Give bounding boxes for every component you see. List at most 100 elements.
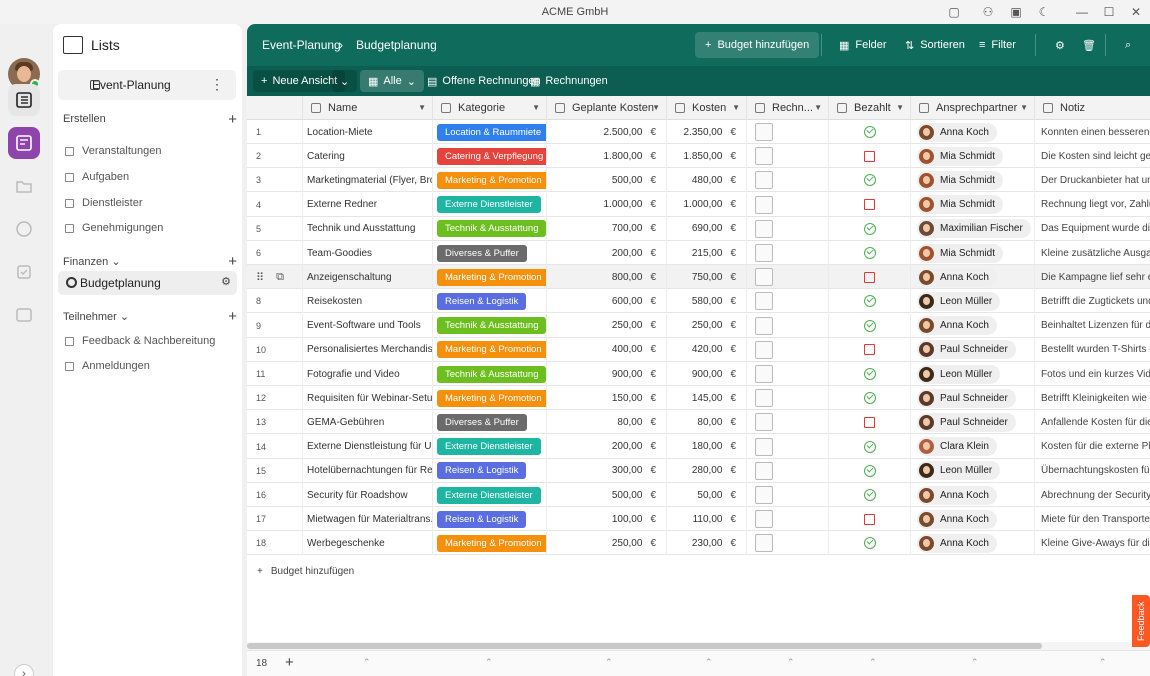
invoice-thumbnail[interactable] [755, 461, 773, 480]
add-budget-row-button[interactable]: + Budget hinzufügen [247, 560, 1150, 582]
check-circle-icon[interactable] [863, 368, 876, 380]
cell-costs[interactable]: 580,00 € [667, 289, 747, 314]
cell-contact[interactable]: Maximilian Fischer [911, 216, 1035, 241]
cell-contact[interactable]: Anna Koch [911, 531, 1035, 556]
cell-planned-costs[interactable]: 1.000,00 € [547, 192, 667, 217]
cell-invoice[interactable] [747, 434, 829, 459]
column-header-contact[interactable]: Ansprechpartner ▼ [911, 96, 1035, 120]
cell-contact[interactable]: Anna Koch [911, 120, 1035, 144]
cell-name[interactable]: Reisekosten [303, 289, 433, 314]
cell-invoice[interactable] [747, 507, 829, 532]
chevron-up-icon[interactable]: ⌃ [787, 657, 795, 668]
cell-contact[interactable]: Paul Schneider [911, 386, 1035, 411]
cell-category[interactable]: Marketing & Promotion [433, 265, 547, 290]
cell-paid[interactable] [829, 458, 911, 483]
cell-planned-costs[interactable]: 400,00 € [547, 337, 667, 362]
contact-chip[interactable]: Clara Klein [917, 437, 997, 457]
add-user-icon[interactable]: ⚇ [980, 4, 996, 20]
invoice-thumbnail[interactable] [755, 316, 773, 335]
check-circle-icon[interactable] [863, 174, 876, 187]
scrollbar-thumb[interactable] [247, 643, 1042, 649]
board-nav-icon[interactable] [8, 127, 40, 159]
column-header-paid[interactable]: Bezahlt ▼ [829, 96, 911, 120]
table-row[interactable]: 14 Externe Dienstleistung für U... Externe… [247, 434, 1150, 459]
cell-planned-costs[interactable]: 200,00 € [547, 241, 667, 265]
cell-contact[interactable]: Anna Koch [911, 507, 1035, 532]
cell-name[interactable]: Fotografie und Video [303, 362, 433, 386]
cell-category[interactable]: Externe Dienstleister [433, 434, 547, 459]
sidebar-item-tasks[interactable]: Aufgaben [65, 171, 129, 183]
cell-category[interactable]: Externe Dienstleister [433, 483, 547, 507]
cell-category[interactable]: Marketing & Promotion [433, 531, 547, 556]
cell-costs[interactable]: 180,00 € [667, 434, 747, 459]
cell-category[interactable]: Technik & Ausstattung [433, 362, 547, 386]
cell-planned-costs[interactable]: 300,00 € [547, 458, 667, 483]
cell-note[interactable]: Beinhaltet Lizenzen für das U [1035, 314, 1150, 338]
cell-costs[interactable]: 215,00 € [667, 241, 747, 265]
cell-contact[interactable]: Mia Schmidt [911, 168, 1035, 193]
column-header-costs[interactable]: Kosten ▼ [667, 96, 747, 120]
cell-contact[interactable]: Leon Müller [911, 362, 1035, 386]
contact-chip[interactable]: Maximilian Fischer [917, 219, 1031, 239]
table-row[interactable]: ⠿ ⧉ Anzeigenschaltung Marketing & Promotion… [247, 265, 1150, 290]
cell-paid[interactable] [829, 337, 911, 362]
contacts-icon[interactable]: ▣ [1008, 4, 1024, 20]
chevron-up-icon[interactable]: ⌃ [1099, 657, 1107, 668]
cell-contact[interactable]: Anna Koch [911, 313, 1035, 338]
horizontal-scrollbar[interactable] [247, 642, 1150, 650]
sidebar-item-approvals[interactable]: Genehmigungen [65, 222, 163, 234]
chevron-down-icon[interactable]: ▼ [1020, 103, 1028, 112]
cell-planned-costs[interactable]: 900,00 € [547, 362, 667, 386]
settings-icon[interactable]: ⚙ [1045, 32, 1075, 58]
table-row[interactable]: 11 Fotografie und Video Technik & Ausstatt… [247, 362, 1150, 386]
table-row[interactable]: 15 Hotelübernachtungen für Re... Reisen & … [247, 458, 1150, 483]
dark-mode-icon[interactable]: ☾ [1036, 4, 1052, 20]
contact-chip[interactable]: Mia Schmidt [917, 243, 1004, 263]
cell-invoice[interactable] [747, 386, 829, 411]
cell-paid[interactable] [829, 313, 911, 338]
cell-invoice[interactable] [747, 337, 829, 362]
cell-costs[interactable]: 230,00 € [667, 531, 747, 556]
cell-costs[interactable]: 1.000,00 € [667, 192, 747, 217]
sidebar-toggle-icon[interactable]: ▢ [946, 4, 962, 20]
column-header-category[interactable]: Kategorie ▼ [433, 96, 547, 120]
cell-note[interactable]: Rechnung liegt vor, Zahlung [1035, 193, 1150, 217]
cell-planned-costs[interactable]: 700,00 € [547, 216, 667, 241]
filter-button[interactable]: ≡ Filter [969, 32, 1026, 58]
chevron-down-icon[interactable]: ▼ [732, 103, 740, 112]
cell-note[interactable]: Kosten für die externe Plattfo [1035, 435, 1150, 459]
cell-planned-costs[interactable]: 250,00 € [547, 531, 667, 556]
unchecked-box-icon[interactable] [864, 513, 875, 525]
table-row[interactable]: 6 Team-Goodies Diverses & Puffer 200,00 €215… [247, 241, 1150, 265]
sidebar-item-vendors[interactable]: Dienstleister [65, 197, 143, 209]
chevron-up-icon[interactable]: ⌃ [705, 657, 713, 668]
cell-paid[interactable] [829, 192, 911, 217]
chevron-down-icon[interactable]: ▼ [532, 103, 540, 112]
cell-paid[interactable] [829, 241, 911, 265]
cell-invoice[interactable] [747, 241, 829, 265]
cell-category[interactable]: Diverses & Puffer [433, 241, 547, 265]
unchecked-box-icon[interactable] [864, 344, 875, 356]
cell-invoice[interactable] [747, 362, 829, 386]
sort-button[interactable]: ⇅ Sortieren [895, 32, 975, 58]
unchecked-box-icon[interactable] [864, 199, 875, 211]
cell-note[interactable]: Kleine Give-Aways für die Ro [1035, 531, 1150, 555]
cell-costs[interactable]: 145,00 € [667, 386, 747, 411]
contact-chip[interactable]: Paul Schneider [917, 340, 1016, 360]
check-circle-icon[interactable] [863, 247, 876, 259]
cell-name[interactable]: Externe Dienstleistung für U... [303, 434, 433, 459]
cell-contact[interactable]: Leon Müller [911, 289, 1035, 314]
gear-icon[interactable]: ⚙ [221, 275, 231, 288]
chevron-down-icon[interactable]: ▼ [418, 103, 426, 112]
table-row[interactable]: 8 Reisekosten Reisen & Logistik 600,00 €580,… [247, 289, 1150, 314]
cell-name[interactable]: Location-Miete [303, 120, 433, 144]
invoice-thumbnail[interactable] [755, 437, 773, 456]
cell-category[interactable]: Marketing & Promotion [433, 168, 547, 193]
check-circle-icon[interactable] [863, 392, 876, 405]
unchecked-box-icon[interactable] [864, 271, 875, 283]
expand-rail-icon[interactable]: › [14, 664, 34, 676]
cell-planned-costs[interactable]: 100,00 € [547, 507, 667, 532]
cell-note[interactable]: Die Kosten sind leicht gestieg [1035, 144, 1150, 168]
column-header-name[interactable]: Name ▼ [303, 96, 433, 120]
cell-category[interactable]: Reisen & Logistik [433, 507, 547, 532]
